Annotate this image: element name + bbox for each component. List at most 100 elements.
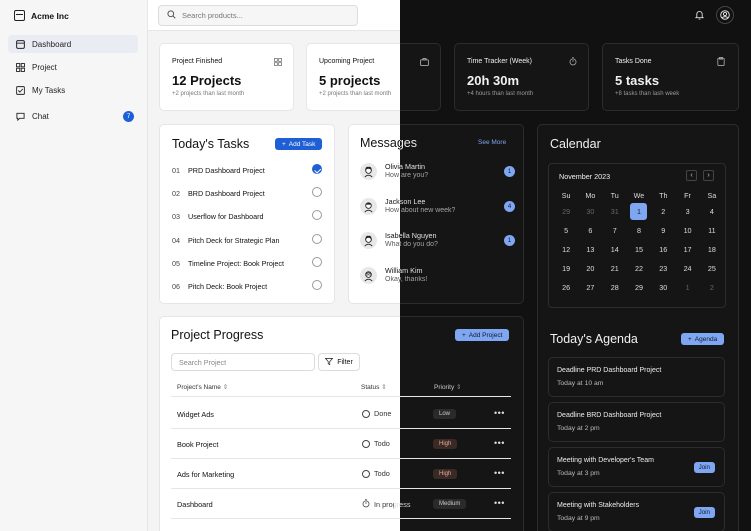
calendar-day[interactable]: 20 xyxy=(578,259,602,278)
calendar-day[interactable]: 5 xyxy=(554,221,578,240)
weekday-label: Fr xyxy=(684,190,691,200)
table-row[interactable]: Dashboard In progress Medium ••• xyxy=(171,489,511,519)
clipboard-icon xyxy=(717,57,725,68)
task-item[interactable]: 05 Timeline Project: Book Project xyxy=(172,257,322,269)
task-checkbox[interactable] xyxy=(312,257,322,267)
task-item[interactable]: 03 Userflow for Dashboard xyxy=(172,210,322,222)
calendar-day[interactable]: 6 xyxy=(578,221,602,240)
message-item[interactable]: William Kim Okay, thanks! xyxy=(360,266,515,292)
column-header[interactable]: Status ⇕ xyxy=(361,383,387,391)
calendar-day[interactable]: 25 xyxy=(700,259,724,278)
table-row[interactable]: Widget Ads Done Low ••• xyxy=(171,399,511,429)
add-task-button[interactable]: + Add Task xyxy=(275,138,323,150)
calendar-day[interactable]: 8 xyxy=(627,221,651,240)
calendar-day[interactable]: 19 xyxy=(554,259,578,278)
sidebar-item-my-tasks[interactable]: My Tasks xyxy=(8,81,138,99)
task-item[interactable]: 04 Pitch Deck for Strategic Plan xyxy=(172,234,322,246)
task-checkbox[interactable] xyxy=(312,210,322,220)
add-project-button[interactable]: + Add Project xyxy=(455,329,510,341)
home-icon xyxy=(16,39,25,49)
join-button[interactable]: Join xyxy=(693,462,715,473)
calendar-day[interactable]: 26 xyxy=(554,278,578,297)
more-icon[interactable]: ••• xyxy=(494,498,505,508)
task-checkbox[interactable] xyxy=(312,164,322,174)
bell-icon[interactable] xyxy=(690,6,708,24)
chevron-right-icon[interactable]: › xyxy=(703,170,714,181)
user-avatar-icon[interactable] xyxy=(716,6,734,24)
stat-value: 5 tasks xyxy=(615,73,660,88)
calendar-day[interactable]: 9 xyxy=(651,221,675,240)
join-button[interactable]: Join xyxy=(693,507,715,518)
calendar-day[interactable]: 29 xyxy=(627,278,651,297)
calendar-day[interactable]: 13 xyxy=(578,240,602,259)
agenda-item-time: Today at 3 pm xyxy=(557,470,600,477)
message-item[interactable]: Olivia Martin How are you? 1 xyxy=(360,162,515,188)
calendar-day[interactable]: 7 xyxy=(603,221,627,240)
calendar-day[interactable]: 2 xyxy=(651,202,675,221)
calendar-day[interactable]: 10 xyxy=(675,221,699,240)
brand[interactable]: Acme Inc xyxy=(14,10,69,21)
calendar-day[interactable]: 29 xyxy=(554,202,578,221)
calendar-day[interactable]: 18 xyxy=(700,240,724,259)
task-item[interactable]: 02 BRD Dashboard Project xyxy=(172,187,322,199)
calendar-day[interactable]: 4 xyxy=(700,202,724,221)
calendar-day[interactable]: 14 xyxy=(603,240,627,259)
search-icon xyxy=(167,10,176,21)
sidebar-item-project[interactable]: Project xyxy=(8,58,138,76)
calendar-day[interactable]: 2 xyxy=(700,278,724,297)
calendar-day[interactable]: 16 xyxy=(651,240,675,259)
calendar-day[interactable]: 12 xyxy=(554,240,578,259)
table-row[interactable]: Ads for Marketing Todo High ••• xyxy=(171,459,511,489)
calendar-day[interactable]: 30 xyxy=(578,202,602,221)
agenda-item-title: Meeting with Developer's Team xyxy=(557,457,654,464)
stat-label: Upcoming Project xyxy=(319,58,375,65)
agenda-item[interactable]: Deadline BRD Dashboard Project Today at … xyxy=(548,402,725,442)
message-item[interactable]: Jackson Lee How about new week? 4 xyxy=(360,197,515,223)
filter-button[interactable]: Filter xyxy=(318,353,360,371)
message-sender: Isabella Nguyen xyxy=(385,231,437,240)
column-header[interactable]: Project's Name ⇕ xyxy=(177,383,228,391)
message-preview: How are you? xyxy=(385,172,429,179)
calendar-day[interactable]: 17 xyxy=(675,240,699,259)
message-item[interactable]: Isabella Nguyen What do you do? 1 xyxy=(360,231,515,257)
calendar-day[interactable]: 11 xyxy=(700,221,724,240)
agenda-item[interactable]: Deadline PRD Dashboard Project Today at … xyxy=(548,357,725,397)
task-item[interactable]: 01 PRD Dashboard Project xyxy=(172,164,322,176)
calendar-day-selected[interactable]: 1 xyxy=(627,202,651,221)
add-agenda-button[interactable]: + Agenda xyxy=(681,333,725,345)
task-item[interactable]: 06 Pitch Deck: Book Project xyxy=(172,280,322,292)
task-checkbox[interactable] xyxy=(312,234,322,244)
task-checkbox[interactable] xyxy=(312,280,322,290)
chevron-left-icon[interactable]: ‹ xyxy=(686,170,697,181)
more-icon[interactable]: ••• xyxy=(494,468,505,478)
calendar-day[interactable]: 24 xyxy=(675,259,699,278)
table-row[interactable]: Book Project Todo High ••• xyxy=(171,429,511,459)
calendar-day[interactable]: 27 xyxy=(578,278,602,297)
calendar-day[interactable]: 23 xyxy=(651,259,675,278)
search-input[interactable]: Search products... xyxy=(182,11,243,20)
stat-label: Tasks Done xyxy=(615,58,652,65)
search-bar[interactable]: Search products... xyxy=(158,5,358,26)
calendar-day[interactable]: 30 xyxy=(651,278,675,297)
calendar-day[interactable]: 22 xyxy=(627,259,651,278)
calendar-day[interactable]: 31 xyxy=(603,202,627,221)
task-checkbox[interactable] xyxy=(312,187,322,197)
agenda-item[interactable]: Meeting with Developer's Team Today at 3… xyxy=(548,447,725,487)
calendar-day[interactable]: 1 xyxy=(675,278,699,297)
stat-card-time-tracker: Time Tracker (Week) 20h 30m +4 hours tha… xyxy=(454,43,589,111)
more-icon[interactable]: ••• xyxy=(494,408,505,418)
calendar-day[interactable]: 21 xyxy=(603,259,627,278)
calendar-day[interactable]: 28 xyxy=(603,278,627,297)
see-more-link[interactable]: See More xyxy=(478,139,506,146)
calendar-day[interactable]: 15 xyxy=(627,240,651,259)
sidebar-item-dashboard[interactable]: Dashboard xyxy=(8,35,138,53)
timer-icon xyxy=(362,499,370,510)
column-header[interactable]: Priority ⇕ xyxy=(434,383,462,391)
agenda-item[interactable]: Meeting with Stakeholders Today at 9 pm … xyxy=(548,492,725,531)
stat-sub: +4 hours than last month xyxy=(467,91,534,97)
sidebar-item-chat[interactable]: Chat 7 xyxy=(8,107,138,125)
plus-icon: + xyxy=(282,140,286,148)
calendar-day[interactable]: 3 xyxy=(675,202,699,221)
project-search-input[interactable]: Search Project xyxy=(171,353,315,371)
more-icon[interactable]: ••• xyxy=(494,438,505,448)
